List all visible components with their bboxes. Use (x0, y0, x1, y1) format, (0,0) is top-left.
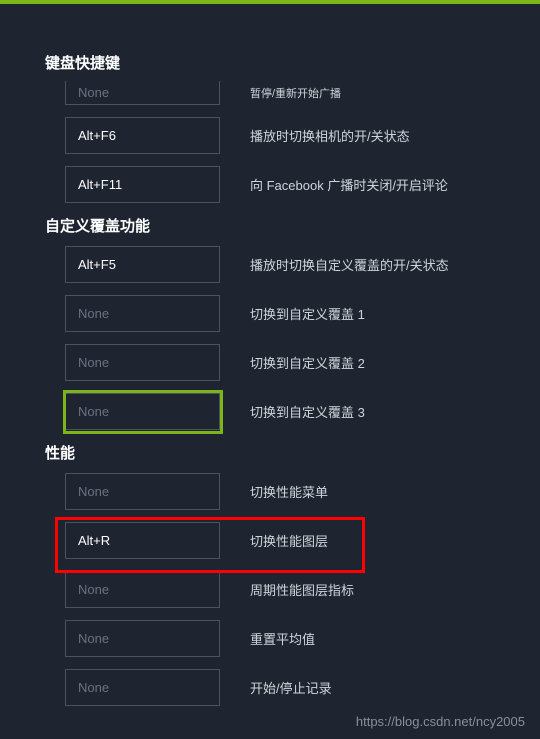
hotkey-row: None 周期性能图层指标 (65, 571, 540, 608)
hotkey-input[interactable]: Alt+F11 (65, 166, 220, 203)
section-custom-overlay: 自定义覆盖功能 Alt+F5 播放时切换自定义覆盖的开/关状态 None 切换到… (45, 215, 540, 430)
hotkey-input[interactable]: None (65, 295, 220, 332)
hotkey-label: 切换到自定义覆盖 2 (250, 353, 365, 372)
hotkey-input[interactable]: None (65, 669, 220, 706)
hotkey-row: None 开始/停止记录 (65, 669, 540, 706)
hotkey-label: 暂停/重新开始广播 (250, 85, 341, 101)
hotkey-input[interactable]: None (65, 620, 220, 657)
hotkey-row: None 切换到自定义覆盖 1 (65, 295, 540, 332)
hotkey-row: None 暂停/重新开始广播 (65, 81, 540, 105)
hotkey-row: None 重置平均值 (65, 620, 540, 657)
hotkey-row: None 切换到自定义覆盖 2 (65, 344, 540, 381)
hotkey-label: 切换性能菜单 (250, 482, 328, 501)
hotkey-label: 周期性能图层指标 (250, 580, 354, 599)
hotkey-row: Alt+F6 播放时切换相机的开/关状态 (65, 117, 540, 154)
hotkey-input[interactable]: None (65, 473, 220, 510)
hotkey-row: Alt+F11 向 Facebook 广播时关闭/开启评论 (65, 166, 540, 203)
hotkey-row: None 切换性能菜单 (65, 473, 540, 510)
hotkey-label: 切换到自定义覆盖 1 (250, 304, 365, 323)
section-performance: 性能 None 切换性能菜单 Alt+R 切换性能图层 None 周期性能图层指… (45, 442, 540, 706)
hotkey-input[interactable]: None (65, 81, 220, 105)
hotkey-row: None 切换到自定义覆盖 3 (65, 393, 540, 430)
hotkey-label: 重置平均值 (250, 629, 315, 648)
hotkey-label: 切换性能图层 (250, 531, 328, 550)
hotkey-input[interactable]: Alt+F5 (65, 246, 220, 283)
hotkey-label: 播放时切换自定义覆盖的开/关状态 (250, 255, 449, 274)
section-title-performance: 性能 (45, 442, 540, 463)
hotkey-input[interactable]: None (65, 344, 220, 381)
section-title-keyboard: 键盘快捷键 (45, 52, 540, 73)
hotkey-label: 切换到自定义覆盖 3 (250, 402, 365, 421)
settings-content: 键盘快捷键 None 暂停/重新开始广播 Alt+F6 播放时切换相机的开/关状… (0, 4, 540, 706)
hotkey-input[interactable]: Alt+R (65, 522, 220, 559)
section-keyboard: 键盘快捷键 None 暂停/重新开始广播 Alt+F6 播放时切换相机的开/关状… (45, 52, 540, 203)
hotkey-label: 向 Facebook 广播时关闭/开启评论 (250, 175, 448, 194)
hotkey-row: Alt+R 切换性能图层 (65, 522, 540, 559)
hotkey-label: 播放时切换相机的开/关状态 (250, 126, 410, 145)
hotkey-row: Alt+F5 播放时切换自定义覆盖的开/关状态 (65, 246, 540, 283)
hotkey-input[interactable]: Alt+F6 (65, 117, 220, 154)
section-title-custom-overlay: 自定义覆盖功能 (45, 215, 540, 236)
hotkey-input[interactable]: None (65, 571, 220, 608)
hotkey-label: 开始/停止记录 (250, 678, 332, 697)
hotkey-input[interactable]: None (65, 393, 220, 430)
watermark-text: https://blog.csdn.net/ncy2005 (356, 714, 525, 729)
